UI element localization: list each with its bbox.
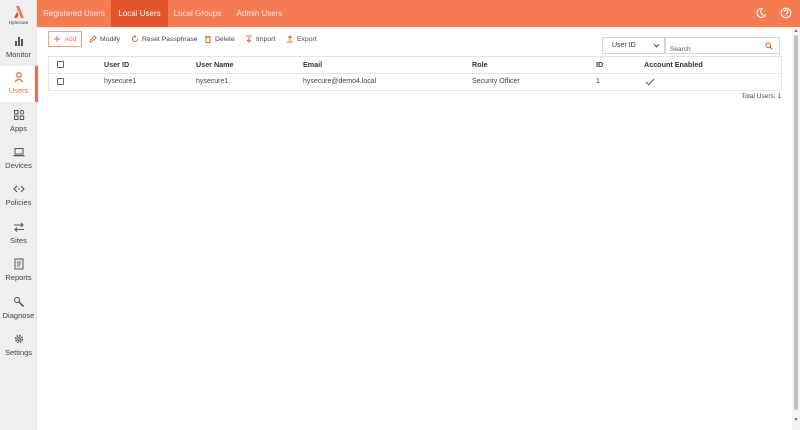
tab-admin-users[interactable]: Admin Users bbox=[227, 0, 292, 27]
sidebar-item-label: Apps bbox=[9, 124, 28, 133]
import-button-label: Import bbox=[256, 35, 276, 43]
plus-icon bbox=[54, 36, 61, 42]
sidebar-item-reports[interactable]: Reports bbox=[0, 253, 37, 289]
export-button[interactable]: Export bbox=[286, 31, 317, 47]
column-header-role[interactable]: Role bbox=[472, 57, 488, 73]
sidebar-item-label: Sites bbox=[10, 236, 27, 245]
user-icon bbox=[13, 72, 24, 83]
search-box bbox=[665, 37, 780, 57]
column-header-user-id[interactable]: User ID bbox=[104, 57, 129, 73]
export-icon bbox=[287, 35, 293, 43]
sidebar-item-label: Diagnose bbox=[2, 311, 35, 320]
sidebar: HySecure Monitor Users Apps Devices Poli… bbox=[0, 0, 38, 430]
sidebar-item-monitor[interactable]: Monitor bbox=[0, 30, 37, 66]
top-tab-bar: Registered Users Local Users Local Group… bbox=[37, 0, 800, 27]
users-table: User ID User Name Email Role ID Account … bbox=[48, 56, 782, 91]
sidebar-item-label: Policies bbox=[5, 198, 32, 207]
tab-local-users[interactable]: Local Users bbox=[111, 0, 168, 27]
laptop-icon bbox=[13, 148, 24, 157]
sidebar-item-diagnose[interactable]: Diagnose bbox=[0, 291, 37, 327]
import-icon bbox=[246, 35, 252, 43]
wrench-icon bbox=[13, 296, 24, 308]
gear-icon bbox=[14, 334, 23, 344]
table-row[interactable]: hysecure1 hysecure1 hysecure@demo4.local… bbox=[49, 74, 781, 91]
reset-passphrase-label: Reset Passphrase bbox=[142, 35, 198, 43]
add-button-label: Add bbox=[64, 35, 77, 43]
reset-passphrase-button[interactable]: Reset Passphrase bbox=[131, 31, 198, 47]
sidebar-item-users[interactable]: Users bbox=[0, 66, 38, 102]
code-arrows-icon bbox=[12, 185, 25, 193]
modify-button[interactable]: Modify bbox=[89, 31, 120, 47]
cell-user-id: hysecure1 bbox=[104, 78, 137, 85]
select-all-checkbox[interactable] bbox=[57, 61, 64, 68]
swap-arrows-icon bbox=[13, 222, 24, 232]
hysecure-logo-icon bbox=[13, 6, 24, 18]
delete-button-label: Delete bbox=[215, 35, 235, 43]
search-icon[interactable] bbox=[765, 42, 773, 50]
search-input[interactable] bbox=[666, 42, 764, 57]
column-header-email[interactable]: Email bbox=[303, 57, 322, 73]
cell-email: hysecure@demo4.local bbox=[303, 78, 377, 85]
sidebar-item-label: Reports bbox=[5, 273, 32, 282]
reset-icon bbox=[132, 35, 138, 42]
help-icon[interactable] bbox=[780, 7, 792, 19]
logo[interactable]: HySecure bbox=[0, 0, 37, 30]
column-header-account-enabled[interactable]: Account Enabled bbox=[644, 57, 703, 73]
moon-icon[interactable] bbox=[755, 7, 767, 19]
sidebar-item-label: Monitor bbox=[5, 50, 31, 59]
bar-chart-icon bbox=[14, 37, 23, 46]
column-header-id[interactable]: ID bbox=[596, 57, 603, 73]
sidebar-item-apps[interactable]: Apps bbox=[0, 104, 37, 140]
search-field-selected: User ID bbox=[612, 42, 636, 49]
row-select-checkbox[interactable] bbox=[57, 78, 64, 85]
column-header-user-name[interactable]: User Name bbox=[196, 57, 234, 73]
sidebar-item-label: Devices bbox=[5, 161, 32, 170]
report-icon bbox=[14, 258, 23, 270]
delete-button[interactable]: Delete bbox=[204, 31, 235, 47]
scrollbar-thumb[interactable] bbox=[794, 35, 798, 410]
app-window: HySecure Monitor Users Apps Devices Poli… bbox=[0, 0, 800, 430]
pencil-icon bbox=[89, 35, 97, 43]
cell-role: Security Officer bbox=[472, 78, 520, 85]
sidebar-item-policies[interactable]: Policies bbox=[0, 178, 37, 214]
apps-grid-icon bbox=[13, 109, 24, 120]
logo-text: HySecure bbox=[8, 20, 29, 25]
sidebar-item-label: Settings bbox=[4, 348, 33, 357]
scroll-up-arrow-icon[interactable]: ▲ bbox=[793, 28, 799, 34]
cell-user-name: hysecure1 bbox=[196, 78, 229, 85]
sidebar-item-sites[interactable]: Sites bbox=[0, 216, 37, 252]
sidebar-item-devices[interactable]: Devices bbox=[0, 141, 37, 177]
sidebar-item-settings[interactable]: Settings bbox=[0, 328, 37, 364]
import-button[interactable]: Import bbox=[245, 31, 275, 47]
export-button-label: Export bbox=[297, 35, 317, 43]
scroll-down-arrow-icon[interactable]: ▼ bbox=[793, 417, 799, 423]
tab-local-groups[interactable]: Local Groups bbox=[168, 0, 227, 27]
modify-button-label: Modify bbox=[100, 35, 121, 43]
add-user-button[interactable]: Add bbox=[48, 31, 82, 47]
search-field-select[interactable]: User ID bbox=[602, 37, 665, 54]
trash-icon bbox=[205, 36, 211, 43]
sidebar-item-label: Users bbox=[8, 86, 29, 95]
table-header-row: User ID User Name Email Role ID Account … bbox=[49, 57, 781, 74]
checkmark-icon bbox=[645, 78, 655, 86]
chevron-down-icon bbox=[653, 43, 660, 48]
tab-registered-users[interactable]: Registered Users bbox=[37, 0, 111, 27]
total-users-count: Total Users: 1 bbox=[741, 93, 781, 100]
cell-id: 1 bbox=[596, 78, 600, 85]
